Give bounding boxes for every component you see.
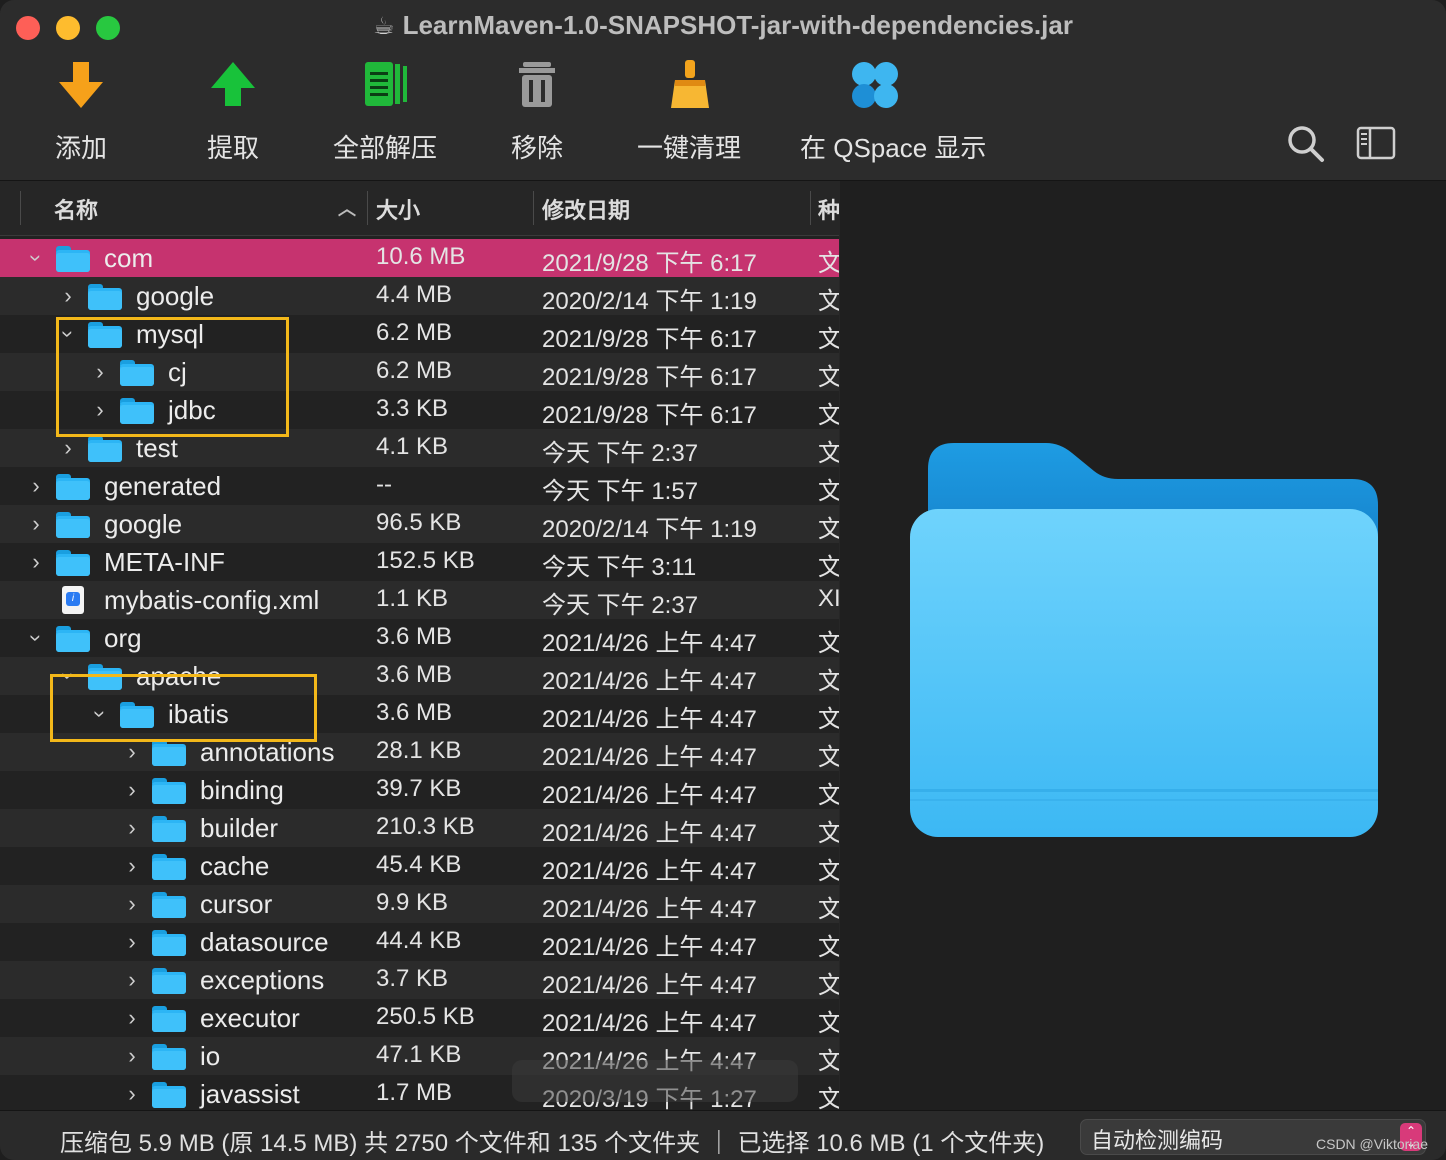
- table-row[interactable]: › org 3.6 MB 2021/4/26 上午 4:47 文: [0, 619, 839, 657]
- title-bar: ☕ LearnMaven-1.0-SNAPSHOT-jar-with-depend…: [0, 0, 1446, 181]
- table-row[interactable]: › com 10.6 MB 2021/9/28 下午 6:17 文: [0, 239, 839, 277]
- cleanup-button[interactable]: 一键清理: [614, 58, 764, 168]
- extract-label: 提取: [206, 133, 259, 163]
- trash-icon: [519, 62, 555, 107]
- chevron-right-icon[interactable]: ›: [26, 549, 46, 575]
- chevron-down-icon[interactable]: ›: [23, 248, 49, 268]
- chevron-right-icon[interactable]: ›: [122, 853, 142, 879]
- chevron-right-icon[interactable]: ›: [122, 1081, 142, 1107]
- add-button[interactable]: 添加: [6, 58, 156, 168]
- status-bar: 压缩包 5.9 MB (原 14.5 MB) 共 2750 个文件和 135 个…: [0, 1110, 1446, 1160]
- xml-file-icon: i: [62, 586, 84, 614]
- cleanup-label: 一键清理: [636, 133, 741, 163]
- remove-label: 移除: [510, 133, 563, 163]
- watermark: CSDN @Viktoriae: [1316, 1136, 1428, 1152]
- table-row[interactable]: › builder 210.3 KB 2021/4/26 上午 4:47 文: [0, 809, 839, 847]
- folder-icon: [152, 854, 186, 880]
- column-size[interactable]: 大小: [376, 193, 420, 225]
- chevron-right-icon[interactable]: ›: [58, 283, 78, 309]
- column-separator: [367, 191, 368, 225]
- chevron-right-icon[interactable]: ›: [122, 815, 142, 841]
- add-label: 添加: [54, 133, 107, 163]
- folder-icon: [88, 436, 122, 462]
- folder-icon: [56, 550, 90, 576]
- chevron-right-icon[interactable]: ›: [122, 929, 142, 955]
- sort-ascending-icon[interactable]: ︿: [338, 195, 356, 221]
- coffee-cup-icon: ☕: [373, 13, 395, 40]
- column-kind[interactable]: 种: [818, 193, 839, 225]
- folder-icon: [152, 1006, 186, 1032]
- chevron-right-icon[interactable]: ›: [122, 739, 142, 765]
- qspace-icon: [852, 62, 898, 108]
- app-window: ☕ LearnMaven-1.0-SNAPSHOT-jar-with-depend…: [0, 0, 1446, 1160]
- chevron-down-icon[interactable]: ›: [23, 628, 49, 648]
- folder-icon: [152, 892, 186, 918]
- column-separator: [20, 191, 21, 225]
- table-row[interactable]: › google 4.4 MB 2020/2/14 下午 1:19 文: [0, 277, 839, 315]
- qspace-label: 在 QSpace 显示: [800, 133, 987, 163]
- folder-icon: [56, 474, 90, 500]
- column-separator: [810, 191, 811, 225]
- file-list[interactable]: 名称 ︿ 大小 修改日期 种 › com 10.6 MB 2021/9/28 下…: [0, 181, 839, 1110]
- column-separator: [533, 191, 534, 225]
- chevron-right-icon[interactable]: ›: [122, 1043, 142, 1069]
- chevron-right-icon[interactable]: ›: [26, 511, 46, 537]
- folder-icon: [152, 1082, 186, 1108]
- folder-icon: [56, 626, 90, 652]
- folder-icon: [56, 512, 90, 538]
- folder-icon: [88, 284, 122, 310]
- download-arrow-icon: [59, 62, 103, 108]
- column-header: 名称 ︿ 大小 修改日期 种: [0, 181, 839, 236]
- folder-icon: [152, 816, 186, 842]
- extract-all-label: 全部解压: [332, 133, 437, 163]
- archive-summary: 压缩包 5.9 MB (原 14.5 MB) 共 2750 个文件和 135 个…: [60, 1130, 1045, 1157]
- remove-button[interactable]: 移除: [462, 58, 612, 168]
- table-row[interactable]: i mybatis-config.xml 1.1 KB 今天 下午 2:37 X…: [0, 581, 839, 619]
- column-date[interactable]: 修改日期: [542, 193, 630, 225]
- chevron-right-icon[interactable]: ›: [122, 1005, 142, 1031]
- show-in-qspace-button[interactable]: 在 QSpace 显示: [800, 58, 987, 168]
- table-row[interactable]: › datasource 44.4 KB 2021/4/26 上午 4:47 文: [0, 923, 839, 961]
- table-row[interactable]: › cursor 9.9 KB 2021/4/26 上午 4:47 文: [0, 885, 839, 923]
- table-row[interactable]: › generated -- 今天 下午 1:57 文: [0, 467, 839, 505]
- archive-book-icon: [365, 62, 407, 106]
- sidebar-toggle-icon[interactable]: [1354, 122, 1398, 166]
- chevron-right-icon[interactable]: ›: [58, 435, 78, 461]
- chevron-right-icon[interactable]: ›: [122, 777, 142, 803]
- folder-icon: [152, 740, 186, 766]
- table-row[interactable]: › exceptions 3.7 KB 2021/4/26 上午 4:47 文: [0, 961, 839, 999]
- extract-all-button[interactable]: 全部解压: [310, 58, 460, 168]
- highlight-box-ibatis: [50, 674, 317, 742]
- folder-icon: [152, 778, 186, 804]
- table-row[interactable]: › binding 39.7 KB 2021/4/26 上午 4:47 文: [0, 771, 839, 809]
- highlight-box-mysql: [56, 317, 289, 437]
- quick-action-bar[interactable]: [512, 1060, 798, 1102]
- chevron-right-icon[interactable]: ›: [122, 891, 142, 917]
- search-icon[interactable]: [1284, 122, 1328, 166]
- preview-pane: [840, 181, 1446, 1110]
- folder-icon: [56, 246, 90, 272]
- folder-icon: [152, 968, 186, 994]
- column-name[interactable]: 名称: [54, 193, 98, 225]
- extract-button[interactable]: 提取: [158, 58, 308, 168]
- folder-icon: [152, 930, 186, 956]
- table-row[interactable]: › google 96.5 KB 2020/2/14 下午 1:19 文: [0, 505, 839, 543]
- chevron-right-icon[interactable]: ›: [26, 473, 46, 499]
- upload-arrow-icon: [211, 62, 255, 106]
- table-row[interactable]: › executor 250.5 KB 2021/4/26 上午 4:47 文: [0, 999, 839, 1037]
- table-row[interactable]: › META-INF 152.5 KB 今天 下午 3:11 文: [0, 543, 839, 581]
- chevron-right-icon[interactable]: ›: [122, 967, 142, 993]
- folder-icon: [152, 1044, 186, 1070]
- table-row[interactable]: › cache 45.4 KB 2021/4/26 上午 4:47 文: [0, 847, 839, 885]
- broom-icon: [671, 60, 709, 108]
- window-title: ☕ LearnMaven-1.0-SNAPSHOT-jar-with-depend…: [373, 10, 1073, 40]
- encoding-value: 自动检测编码: [1091, 1128, 1224, 1153]
- large-folder-icon: [910, 443, 1378, 837]
